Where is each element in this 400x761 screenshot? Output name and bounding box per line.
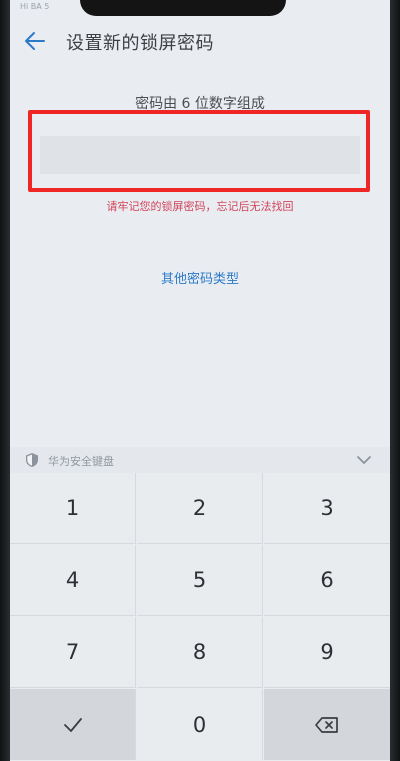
camera-notch [80, 0, 286, 16]
key-label: 1 [65, 496, 80, 520]
key-label: 7 [65, 640, 80, 664]
key-label: 3 [320, 496, 334, 520]
key-label: 0 [192, 712, 207, 737]
screen: Hi BA 5 设置新的锁屏密码 密码由 6 位数字组成 请牢记您的锁屏密码，忘… [10, 0, 390, 761]
warning-text: 请牢记您的锁屏密码，忘记后无法找回 [106, 200, 294, 213]
confirm-key[interactable] [10, 689, 136, 760]
key-label: 4 [65, 568, 80, 592]
status-bar-text: Hi BA 5 [20, 2, 50, 11]
shield-icon [26, 453, 38, 467]
back-button[interactable] [22, 28, 48, 54]
keyboard-label: 华为安全键盘 [48, 455, 114, 468]
key-1[interactable]: 1 [10, 473, 136, 544]
page-title: 设置新的锁屏密码 [66, 33, 214, 54]
key-label: 6 [320, 568, 334, 592]
back-arrow-icon [25, 32, 45, 50]
delete-key[interactable] [264, 689, 390, 760]
key-label: 9 [320, 640, 334, 664]
checkmark-icon [63, 717, 82, 732]
other-password-type-link[interactable]: 其他密码类型 [10, 268, 390, 287]
phone-frame: Hi BA 5 设置新的锁屏密码 密码由 6 位数字组成 请牢记您的锁屏密码，忘… [0, 0, 400, 761]
key-3[interactable]: 3 [264, 473, 390, 544]
key-2[interactable]: 2 [137, 473, 263, 544]
key-4[interactable]: 4 [10, 545, 136, 616]
password-field[interactable] [40, 136, 360, 174]
backspace-icon [315, 716, 338, 733]
key-label: 8 [192, 640, 207, 664]
key-0[interactable]: 0 [137, 689, 263, 760]
key-label: 2 [192, 496, 207, 520]
key-8[interactable]: 8 [137, 617, 263, 688]
key-7[interactable]: 7 [10, 617, 136, 688]
key-label: 5 [192, 568, 207, 592]
numeric-keypad: 1 2 3 4 5 6 7 8 9 0 [10, 473, 390, 761]
key-6[interactable]: 6 [264, 545, 390, 616]
header-bar: 设置新的锁屏密码 [10, 22, 390, 60]
phone-edge-right [390, 0, 400, 761]
chevron-down-icon[interactable] [354, 450, 374, 470]
key-5[interactable]: 5 [137, 545, 263, 616]
phone-edge-left [0, 0, 10, 761]
key-9[interactable]: 9 [264, 617, 390, 688]
keyboard-title-bar: 华为安全键盘 [10, 447, 390, 473]
password-prompt: 密码由 6 位数字组成 [135, 96, 265, 112]
